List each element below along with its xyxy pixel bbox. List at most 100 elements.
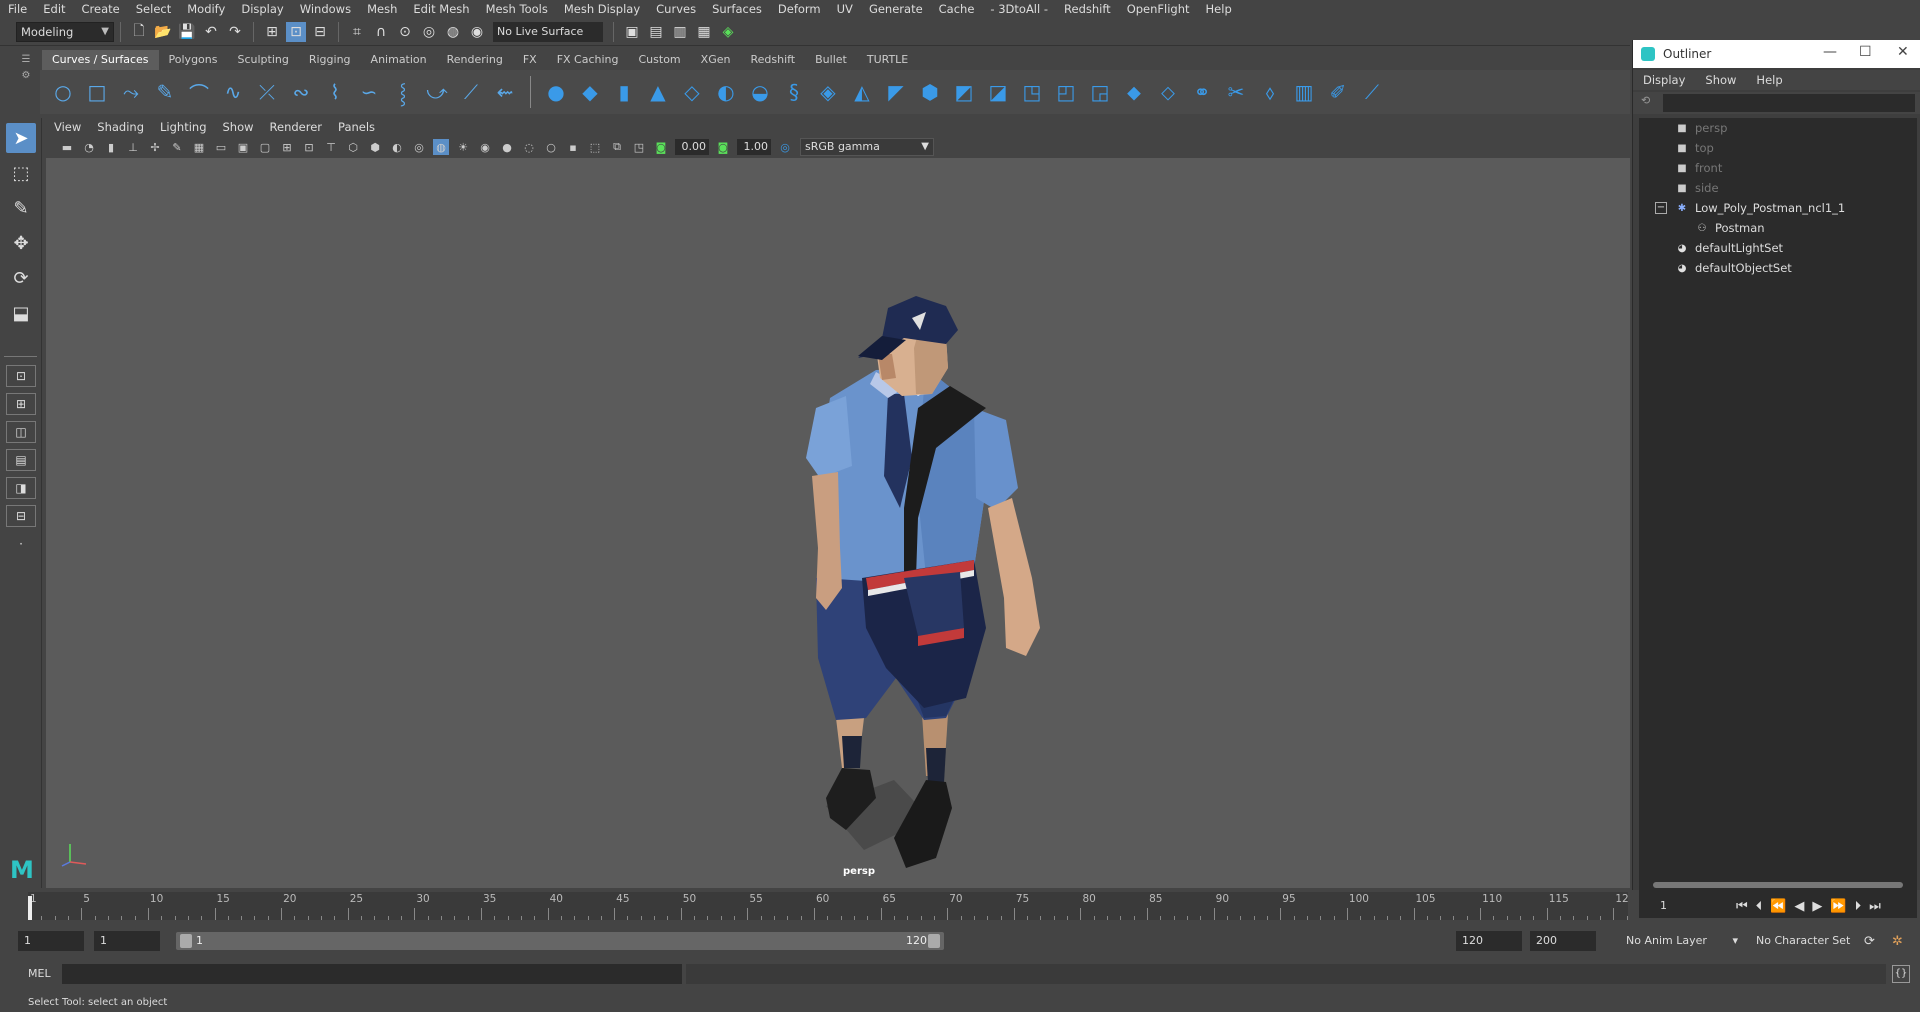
close-icon[interactable]: ✕ <box>1897 44 1909 60</box>
camera-attributes-icon[interactable]: ◔ <box>81 139 97 155</box>
attach-surfaces-icon[interactable]: ⬦ <box>1154 78 1182 106</box>
animation-start-field[interactable]: 1 <box>18 931 84 951</box>
filter-options-icon[interactable]: ⟲ <box>1641 94 1659 112</box>
redo-icon[interactable]: ↷ <box>225 22 245 42</box>
shelf-tab-bullet[interactable]: Bullet <box>805 50 857 70</box>
bookmark-icon[interactable]: ▮ <box>103 139 119 155</box>
four-view-layout-icon[interactable]: ⊞ <box>6 393 36 415</box>
pencil-curve-icon[interactable]: ∿ <box>219 78 247 106</box>
menu-surfaces[interactable]: Surfaces <box>704 2 770 16</box>
animation-end-field[interactable]: 200 <box>1530 931 1596 951</box>
rebuild-surface-icon[interactable]: ✐ <box>1324 78 1352 106</box>
outliner-item[interactable]: ◕ defaultLightSet <box>1675 238 1783 258</box>
hypershade-persp-layout-icon[interactable]: ⊟ <box>6 505 36 527</box>
shelf-tab-redshift[interactable]: Redshift <box>740 50 806 70</box>
outliner-menu-help[interactable]: Help <box>1746 73 1792 87</box>
more-layouts-icon[interactable]: · <box>6 533 36 555</box>
menu-cache[interactable]: Cache <box>931 2 983 16</box>
use-all-lights-icon[interactable]: ◍ <box>433 139 449 155</box>
select-object-icon[interactable]: ⊡ <box>286 21 306 42</box>
menu-redshift[interactable]: Redshift <box>1056 2 1119 16</box>
live-surface-field[interactable]: No Live Surface <box>493 21 603 42</box>
render-view-icon[interactable]: ▣ <box>622 22 642 42</box>
safe-action-icon[interactable]: ⊡ <box>301 139 317 155</box>
shelf-menu-icon[interactable]: ☰ ⚙ <box>20 52 32 100</box>
color-management-icon[interactable]: ◎ <box>777 139 793 155</box>
panel-menu-panels[interactable]: Panels <box>330 120 383 134</box>
shelf-tab-xgen[interactable]: XGen <box>690 50 741 70</box>
menu-select[interactable]: Select <box>128 2 179 16</box>
reverse-curve-icon[interactable]: ⇜ <box>491 78 519 106</box>
gamma-icon[interactable]: ◙ <box>715 139 731 155</box>
go-to-start-icon[interactable]: ⏮ <box>1736 899 1748 914</box>
nurbs-cylinder-icon[interactable]: ▮ <box>610 78 638 106</box>
shelf-tab-rendering[interactable]: Rendering <box>436 50 513 70</box>
nurbs-plane-icon[interactable]: ◇ <box>678 78 706 106</box>
xray-joints-icon[interactable]: ⧉ <box>609 139 625 155</box>
play-forwards-icon[interactable]: ▶ <box>1812 899 1822 914</box>
image-plane-icon[interactable]: ⊥ <box>125 139 141 155</box>
nurbs-cube-icon[interactable]: ◆ <box>576 78 604 106</box>
outliner-item[interactable]: ✱ Low_Poly_Postman_ncl1_1 <box>1675 198 1845 218</box>
extrude-icon[interactable]: ◭ <box>848 78 876 106</box>
menu-create[interactable]: Create <box>74 2 128 16</box>
range-start-handle[interactable] <box>180 934 192 948</box>
menu-3dtoall[interactable]: - 3DtoAll - <box>982 2 1056 16</box>
loft-icon[interactable]: § <box>780 78 808 106</box>
menu-help[interactable]: Help <box>1198 2 1240 16</box>
ipr-render-icon[interactable]: ▥ <box>670 22 690 42</box>
render-frame-icon[interactable]: ▤ <box>646 22 666 42</box>
cv-curve-icon[interactable]: ⤳ <box>117 78 145 106</box>
select-tool-icon[interactable]: ➤ <box>6 123 36 153</box>
scrollbar-thumb[interactable] <box>1653 882 1903 888</box>
step-forward-frame-icon[interactable]: ⏵ <box>1855 899 1862 914</box>
outliner-item[interactable]: ⚇ Postman <box>1695 218 1765 238</box>
open-scene-icon[interactable]: 📂 <box>153 22 173 42</box>
exposure-field[interactable]: 0.00 <box>675 139 709 155</box>
screen-space-ao-icon[interactable]: ◉ <box>477 139 493 155</box>
lasso-tool-icon[interactable]: ⬚ <box>6 158 36 188</box>
perspective-viewport[interactable] <box>46 158 1630 888</box>
gate-mask-icon[interactable]: ▢ <box>257 139 273 155</box>
script-language-toggle[interactable]: MEL <box>28 967 51 980</box>
range-end-handle[interactable] <box>928 934 940 948</box>
single-view-layout-icon[interactable]: ⊡ <box>6 365 36 387</box>
step-back-key-icon[interactable]: ⏪ <box>1770 899 1786 914</box>
menu-mesh-tools[interactable]: Mesh Tools <box>478 2 556 16</box>
hypershade-icon[interactable]: ◈ <box>718 22 738 42</box>
play-backwards-icon[interactable]: ◀ <box>1794 899 1804 914</box>
menu-generate[interactable]: Generate <box>861 2 931 16</box>
planar-icon[interactable]: ◈ <box>814 78 842 106</box>
shelf-tab-custom[interactable]: Custom <box>628 50 691 70</box>
xray-icon[interactable]: ⬚ <box>587 139 603 155</box>
outliner-horizontal-scrollbar[interactable] <box>1639 880 1917 890</box>
project-curve-icon[interactable]: ◳ <box>1018 78 1046 106</box>
menu-curves[interactable]: Curves <box>648 2 704 16</box>
outliner-item[interactable]: ■ front <box>1675 158 1722 178</box>
outliner-item[interactable]: ◕ defaultObjectSet <box>1675 258 1792 278</box>
intersect-icon[interactable]: ◰ <box>1052 78 1080 106</box>
graph-persp-layout-icon[interactable]: ◨ <box>6 477 36 499</box>
shelf-tab-fx[interactable]: FX <box>512 50 547 70</box>
panel-menu-renderer[interactable]: Renderer <box>262 120 331 134</box>
menu-uv[interactable]: UV <box>829 2 861 16</box>
snap-surface-icon[interactable]: ◍ <box>443 22 463 42</box>
nurbs-sphere-icon[interactable]: ● <box>542 78 570 106</box>
xray-components-icon[interactable]: ◳ <box>631 139 647 155</box>
shelf-tab-animation[interactable]: Animation <box>360 50 437 70</box>
anim-preferences-icon[interactable]: ✲ <box>1892 934 1903 949</box>
range-bar[interactable]: 1 120 <box>176 932 944 950</box>
film-gate-icon[interactable]: ▭ <box>213 139 229 155</box>
panel-menu-shading[interactable]: Shading <box>89 120 152 134</box>
attach-curves-icon[interactable]: ∾ <box>287 78 315 106</box>
boundary-icon[interactable]: ◩ <box>950 78 978 106</box>
outliner-menu-show[interactable]: Show <box>1695 73 1746 87</box>
panel-menu-show[interactable]: Show <box>215 120 262 134</box>
nurbs-cone-icon[interactable]: ▲ <box>644 78 672 106</box>
field-chart-icon[interactable]: ⊞ <box>279 139 295 155</box>
snap-curve-icon[interactable]: ∩ <box>371 22 391 42</box>
step-forward-key-icon[interactable]: ⏩ <box>1830 899 1846 914</box>
extend-surface-icon[interactable]: ▥ <box>1290 78 1318 106</box>
outliner-item[interactable]: ■ side <box>1675 178 1718 198</box>
detach-surfaces-icon[interactable]: ⚭ <box>1188 78 1216 106</box>
